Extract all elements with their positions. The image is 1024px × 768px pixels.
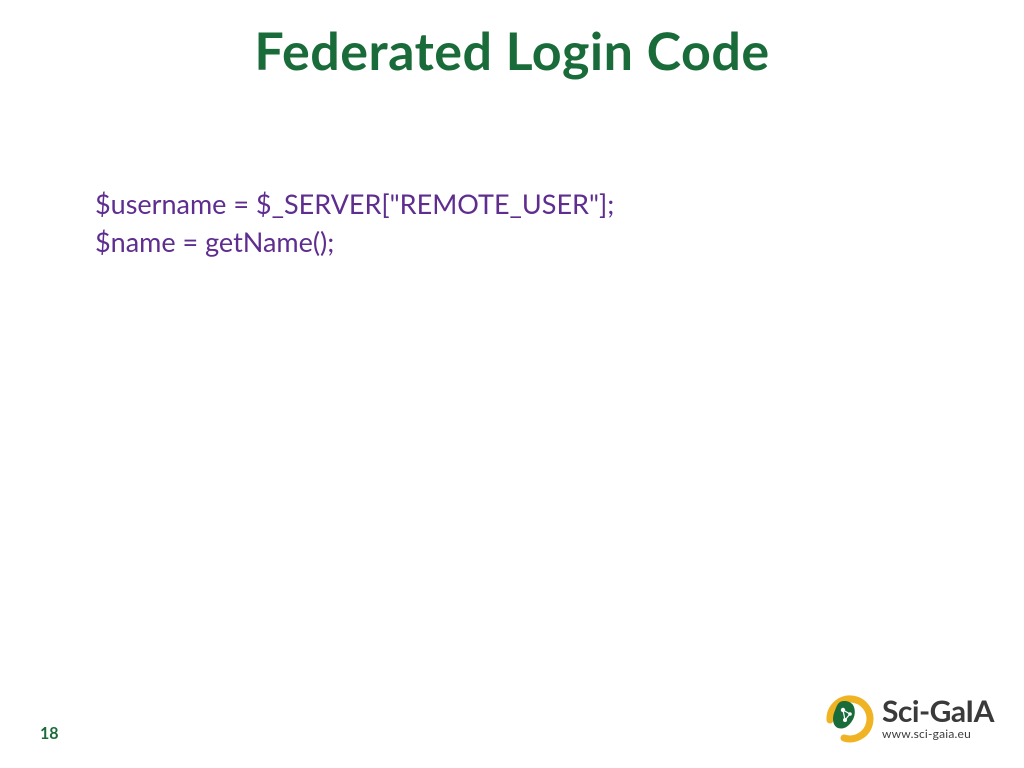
code-line-1: $username = $_SERVER["REMOTE_USER"];: [95, 187, 614, 220]
logo-url: www.sci-gaia.eu: [882, 728, 994, 740]
logo-brand: Sci-GaIA: [882, 696, 994, 726]
slide-title: Federated Login Code: [0, 20, 1024, 82]
page-number: 18: [40, 724, 59, 743]
code-block: $username = $_SERVER["REMOTE_USER"]; $na…: [95, 185, 614, 261]
logo-text: Sci-GaIA www.sci-gaia.eu: [882, 696, 994, 740]
globe-icon: [818, 688, 874, 748]
sci-gaia-logo: Sci-GaIA www.sci-gaia.eu: [818, 688, 994, 748]
slide: Federated Login Code $username = $_SERVE…: [0, 0, 1024, 768]
code-line-2: $name = getName();: [95, 225, 334, 258]
